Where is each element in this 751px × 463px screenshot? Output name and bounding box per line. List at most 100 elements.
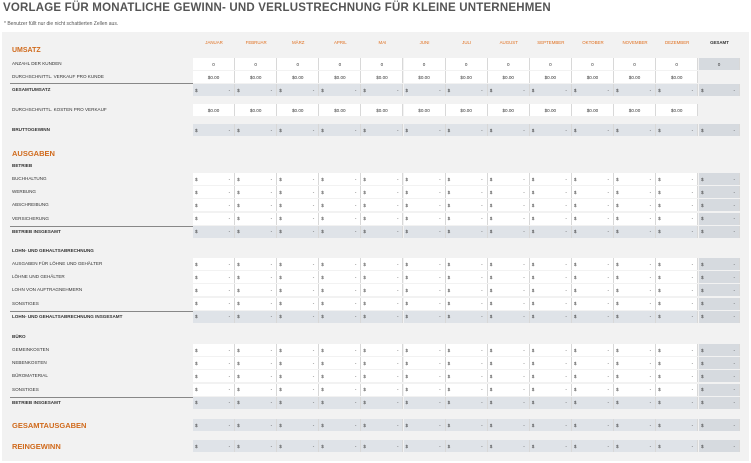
- anzahl-kunden-cell[interactable]: 0: [614, 58, 657, 70]
- expense-1-2-cell[interactable]: $ -: [614, 186, 657, 199]
- expense-3-1-cell[interactable]: $ -: [656, 344, 699, 356]
- expense-2-4-cell[interactable]: $ -: [193, 297, 236, 310]
- expense-2-4-cell[interactable]: $ -: [235, 297, 278, 310]
- expense-3-3-cell[interactable]: $ -: [445, 370, 488, 383]
- durchschnitt-verkauf-cell[interactable]: $0.00: [529, 71, 572, 83]
- anzahl-kunden-cell[interactable]: 0: [403, 58, 446, 70]
- expense-1-3-cell[interactable]: $ -: [656, 199, 699, 212]
- expense-1-4-cell[interactable]: $ -: [571, 212, 614, 225]
- expense-3-4-cell[interactable]: $ -: [277, 383, 320, 396]
- expense-2-2-cell[interactable]: $ -: [361, 271, 404, 284]
- expense-3-3-cell[interactable]: $ -: [361, 370, 404, 383]
- expense-1-4-cell[interactable]: $ -: [487, 212, 530, 225]
- expense-2-3-cell[interactable]: $ -: [529, 284, 572, 297]
- expense-2-3-cell[interactable]: $ -: [571, 284, 614, 297]
- expense-2-1-cell[interactable]: $ -: [193, 258, 236, 270]
- expense-3-3-cell[interactable]: $ -: [319, 370, 362, 383]
- expense-3-4-cell[interactable]: $ -: [403, 383, 446, 396]
- expense-2-4-cell[interactable]: $ -: [656, 297, 699, 310]
- durchschnitt-verkauf-cell[interactable]: $0.00: [361, 71, 404, 83]
- expense-2-4-cell[interactable]: $ -: [571, 297, 614, 310]
- expense-3-4-cell[interactable]: $ -: [487, 383, 530, 396]
- expense-2-3-cell[interactable]: $ -: [235, 284, 278, 297]
- expense-2-4-cell[interactable]: $ -: [445, 297, 488, 310]
- expense-2-4-cell[interactable]: $ -: [614, 297, 657, 310]
- expense-2-1-cell[interactable]: $ -: [277, 258, 320, 270]
- anzahl-kunden-cell[interactable]: 0: [656, 58, 699, 70]
- anzahl-kunden-cell[interactable]: 0: [277, 58, 320, 70]
- expense-1-1-cell[interactable]: $ -: [235, 173, 278, 185]
- durchschnitt-kosten-cell[interactable]: $0.00: [235, 104, 278, 116]
- expense-1-1-cell[interactable]: $ -: [361, 173, 404, 185]
- expense-2-1-cell[interactable]: $ -: [361, 258, 404, 270]
- durchschnitt-kosten-cell[interactable]: $0.00: [614, 104, 657, 116]
- expense-1-2-cell[interactable]: $ -: [529, 186, 572, 199]
- expense-1-1-cell[interactable]: $ -: [277, 173, 320, 185]
- expense-1-2-cell[interactable]: $ -: [487, 186, 530, 199]
- expense-2-1-cell[interactable]: $ -: [403, 258, 446, 270]
- expense-2-4-cell[interactable]: $ -: [361, 297, 404, 310]
- expense-2-1-cell[interactable]: $ -: [656, 258, 699, 270]
- expense-3-2-cell[interactable]: $ -: [614, 357, 657, 370]
- expense-1-4-cell[interactable]: $ -: [403, 212, 446, 225]
- expense-2-4-cell[interactable]: $ -: [319, 297, 362, 310]
- expense-3-1-cell[interactable]: $ -: [235, 344, 278, 356]
- durchschnitt-verkauf-cell[interactable]: $0.00: [319, 71, 362, 83]
- expense-3-2-cell[interactable]: $ -: [571, 357, 614, 370]
- expense-1-1-cell[interactable]: $ -: [656, 173, 699, 185]
- expense-2-2-cell[interactable]: $ -: [445, 271, 488, 284]
- expense-3-3-cell[interactable]: $ -: [529, 370, 572, 383]
- expense-1-3-cell[interactable]: $ -: [319, 199, 362, 212]
- expense-1-2-cell[interactable]: $ -: [656, 186, 699, 199]
- expense-2-3-cell[interactable]: $ -: [403, 284, 446, 297]
- expense-3-4-cell[interactable]: $ -: [614, 383, 657, 396]
- expense-3-3-cell[interactable]: $ -: [235, 370, 278, 383]
- anzahl-kunden-cell[interactable]: 0: [361, 58, 404, 70]
- expense-1-2-cell[interactable]: $ -: [277, 186, 320, 199]
- expense-3-2-cell[interactable]: $ -: [361, 357, 404, 370]
- anzahl-kunden-cell[interactable]: 0: [235, 58, 278, 70]
- expense-3-2-cell[interactable]: $ -: [235, 357, 278, 370]
- expense-1-3-cell[interactable]: $ -: [361, 199, 404, 212]
- expense-3-3-cell[interactable]: $ -: [614, 370, 657, 383]
- expense-3-1-cell[interactable]: $ -: [614, 344, 657, 356]
- expense-1-3-cell[interactable]: $ -: [529, 199, 572, 212]
- expense-2-4-cell[interactable]: $ -: [487, 297, 530, 310]
- expense-2-3-cell[interactable]: $ -: [193, 284, 236, 297]
- anzahl-kunden-cell[interactable]: 0: [571, 58, 614, 70]
- expense-1-1-cell[interactable]: $ -: [193, 173, 236, 185]
- expense-1-4-cell[interactable]: $ -: [193, 212, 236, 225]
- expense-1-1-cell[interactable]: $ -: [529, 173, 572, 185]
- expense-1-3-cell[interactable]: $ -: [571, 199, 614, 212]
- expense-2-4-cell[interactable]: $ -: [403, 297, 446, 310]
- expense-2-2-cell[interactable]: $ -: [403, 271, 446, 284]
- expense-1-2-cell[interactable]: $ -: [193, 186, 236, 199]
- expense-2-2-cell[interactable]: $ -: [193, 271, 236, 284]
- expense-2-3-cell[interactable]: $ -: [319, 284, 362, 297]
- expense-1-3-cell[interactable]: $ -: [487, 199, 530, 212]
- expense-2-3-cell[interactable]: $ -: [656, 284, 699, 297]
- durchschnitt-kosten-cell[interactable]: $0.00: [361, 104, 404, 116]
- expense-3-2-cell[interactable]: $ -: [403, 357, 446, 370]
- expense-3-3-cell[interactable]: $ -: [193, 370, 236, 383]
- expense-2-3-cell[interactable]: $ -: [445, 284, 488, 297]
- expense-3-2-cell[interactable]: $ -: [277, 357, 320, 370]
- durchschnitt-verkauf-cell[interactable]: $0.00: [235, 71, 278, 83]
- durchschnitt-kosten-cell[interactable]: $0.00: [445, 104, 488, 116]
- durchschnitt-verkauf-cell[interactable]: $0.00: [614, 71, 657, 83]
- expense-3-2-cell[interactable]: $ -: [445, 357, 488, 370]
- durchschnitt-kosten-cell[interactable]: $0.00: [656, 104, 699, 116]
- expense-2-3-cell[interactable]: $ -: [614, 284, 657, 297]
- expense-1-4-cell[interactable]: $ -: [235, 212, 278, 225]
- expense-2-1-cell[interactable]: $ -: [445, 258, 488, 270]
- expense-3-2-cell[interactable]: $ -: [487, 357, 530, 370]
- expense-1-2-cell[interactable]: $ -: [319, 186, 362, 199]
- expense-2-2-cell[interactable]: $ -: [319, 271, 362, 284]
- expense-1-4-cell[interactable]: $ -: [529, 212, 572, 225]
- expense-1-3-cell[interactable]: $ -: [277, 199, 320, 212]
- expense-2-2-cell[interactable]: $ -: [235, 271, 278, 284]
- durchschnitt-verkauf-cell[interactable]: $0.00: [656, 71, 699, 83]
- expense-1-1-cell[interactable]: $ -: [571, 173, 614, 185]
- anzahl-kunden-cell[interactable]: 0: [445, 58, 488, 70]
- expense-1-1-cell[interactable]: $ -: [319, 173, 362, 185]
